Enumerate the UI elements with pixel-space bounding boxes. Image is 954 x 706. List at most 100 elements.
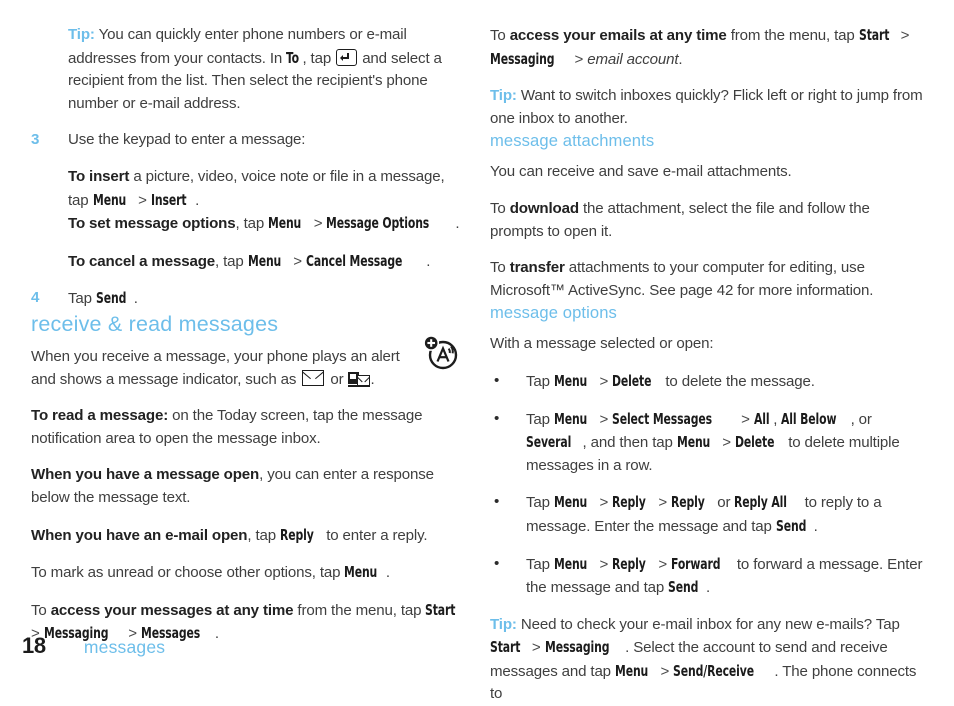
subsection-heading-message-options: message options [490, 303, 617, 323]
separator: > [599, 494, 609, 512]
tip-switch-inboxes: Tip: Want to switch inboxes quickly? Fli… [490, 85, 924, 130]
cancel-end: . [426, 252, 431, 270]
download-bold: download [509, 199, 579, 217]
separator: > [313, 215, 323, 233]
intro-part-2: or [330, 370, 344, 388]
set-options-bold: To set message options [68, 215, 236, 233]
manual-page: Tip: You can quickly enter phone numbers… [0, 0, 954, 702]
ui-label-menu: Menu [553, 371, 588, 390]
email-open-paragraph: When you have an e-mail open, tap Reply … [31, 524, 465, 548]
email-open-rest: to enter a reply. [326, 526, 428, 544]
transfer-pre: To [490, 259, 506, 277]
list-item: • Tap Menu > Delete to delete the messag… [490, 370, 924, 394]
separator: > [658, 555, 668, 573]
insert-end: . [195, 191, 200, 209]
ui-label-menu: Menu [614, 661, 649, 680]
access-messages-mid: from the menu, tap [297, 601, 422, 619]
attachments-intro: You can receive and save e-mail attachme… [490, 163, 792, 181]
ui-label-menu: Menu [553, 554, 588, 573]
read-message-paragraph: To read a message: on the Today screen, … [31, 405, 465, 450]
step-3: 3 Use the keypad to enter a message: [31, 129, 465, 152]
step-3-message-options: To set message options, tap Menu > Messa… [31, 212, 465, 236]
message-open-paragraph: When you have a message open, you can en… [31, 464, 465, 509]
ui-label-send: Send [775, 516, 807, 535]
step-4-pre: Tap [68, 290, 92, 308]
ui-label-forward: Forward [671, 554, 721, 573]
ui-label-delete: Delete [735, 433, 775, 452]
right-column: To access your emails at any time from t… [490, 24, 924, 706]
download-pre: To [490, 199, 506, 217]
cancel-mid: , tap [215, 252, 244, 270]
ui-label-insert: Insert [150, 190, 187, 209]
step-4: 4 Tap Send. [31, 287, 465, 311]
cancel-bold: To cancel a message [68, 252, 216, 270]
options-intro: With a message selected or open: [490, 335, 714, 353]
step-3-text: Use the keypad to enter a message: [68, 131, 306, 149]
bullet-mid: , or [850, 410, 872, 428]
bullet-comma: , [773, 410, 778, 428]
ui-label-menu: Menu [268, 214, 302, 233]
intro-part-3: . [370, 370, 375, 388]
mark-unread-pre: To mark as unread or choose other option… [31, 564, 341, 582]
set-options-mid: , tap [235, 215, 265, 233]
tip-text-part-2: , tap [302, 49, 332, 67]
ui-label-reply-all: Reply All [734, 493, 788, 512]
page-footer: 18 messages [22, 633, 165, 659]
enter-key-icon [336, 48, 358, 66]
ui-label-menu: Menu [676, 433, 710, 452]
insert-bold: To insert [68, 167, 130, 185]
page-number: 18 [22, 633, 46, 658]
message-open-bold: When you have a message open [31, 466, 260, 484]
bullet-pre: Tap [526, 410, 550, 428]
separator: > [741, 410, 750, 428]
mark-unread-paragraph: To mark as unread or choose other option… [31, 561, 465, 585]
ui-label-select-messages: Select Messages [612, 409, 713, 428]
list-item: • Tap Menu > Reply > Forward to forward … [490, 553, 924, 600]
bullet-pre: Tap [526, 372, 550, 390]
bullet-icon: • [494, 493, 500, 511]
tip-switch-text: Want to switch inboxes quickly? Flick le… [490, 87, 923, 127]
attachments-download: To download the attachment, select the f… [490, 198, 924, 243]
transfer-bold: transfer [509, 259, 565, 277]
access-emails-paragraph: To access your emails at any time from t… [490, 24, 924, 71]
tip-label: Tip: [490, 615, 517, 633]
ui-label-menu: Menu [92, 190, 126, 209]
tip-enter-contacts: Tip: You can quickly enter phone numbers… [31, 24, 465, 115]
email-open-bold: When you have an e-mail open [31, 526, 248, 544]
separator: > [293, 252, 302, 270]
ui-label-all: All [753, 409, 770, 428]
access-messages-pre: To [31, 601, 47, 619]
ui-label-send-receive: Send/Receive [673, 661, 755, 680]
bullet-rest: to delete the message. [665, 372, 815, 390]
bullet-rest: . [705, 579, 710, 597]
subsection-heading-message-attachments: message attachments [490, 131, 655, 151]
list-item: • Tap Menu > Select Messages > All, All … [490, 408, 924, 478]
mark-unread-end: . [385, 564, 390, 582]
alert-add-icon [423, 334, 460, 371]
bullet-icon: • [494, 409, 500, 427]
ui-label-reply: Reply [671, 493, 705, 512]
ui-label-message-options: Message Options [326, 214, 430, 233]
tip-label: Tip: [490, 87, 517, 105]
ui-label-menu: Menu [553, 493, 588, 512]
ui-label-start: Start [490, 638, 521, 657]
set-options-end: . [455, 215, 460, 233]
attachments-transfer: To transfer attachments to your computer… [490, 257, 924, 302]
bullet-rest: . [813, 517, 818, 535]
ui-label-start: Start [858, 26, 890, 44]
step-4-end: . [133, 290, 138, 308]
ui-label-all-below: All Below [781, 409, 837, 428]
tip-label: Tip: [68, 26, 95, 43]
step-3-insert: To insert a picture, video, voice note o… [31, 166, 465, 212]
step-3-cancel: To cancel a message, tap Menu > Cancel M… [31, 250, 465, 274]
ui-label-menu: Menu [344, 563, 378, 582]
bullet-pre: Tap [526, 555, 550, 573]
mms-indicator-icon [347, 371, 370, 387]
separator: > [658, 494, 668, 512]
ui-label-messaging: Messaging [490, 49, 555, 68]
access-messages-bold: access your messages at any time [50, 601, 294, 619]
separator: > [900, 27, 910, 44]
access-emails-mid: from the menu, tap [730, 27, 855, 44]
separator: > [660, 662, 670, 680]
ui-label-menu: Menu [247, 251, 281, 270]
